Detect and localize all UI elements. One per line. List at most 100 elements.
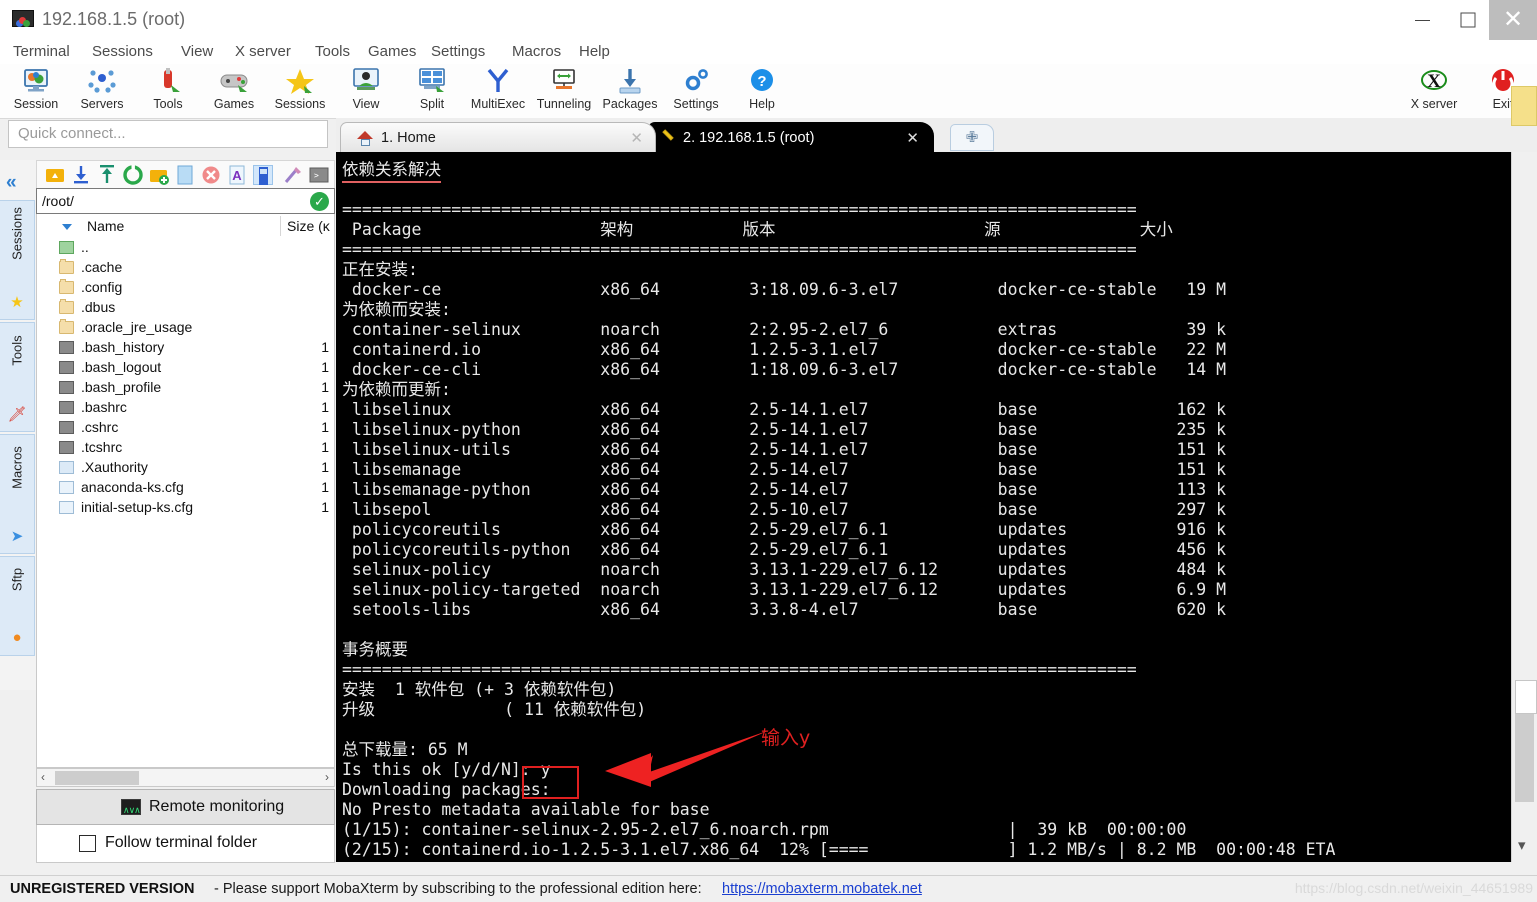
remote-monitoring-button[interactable]: ∧∨∧ Remote monitoring	[36, 789, 335, 825]
maximize-button[interactable]	[1445, 0, 1490, 40]
vertical-tab-label: Sftp	[9, 567, 25, 592]
toolbar-button-split[interactable]: Split	[398, 67, 466, 111]
session-tab-2[interactable]: 2. 192.168.1.5 (root) ✕	[648, 122, 934, 154]
packages-icon	[613, 67, 647, 96]
binary-mode-icon[interactable]	[253, 165, 273, 185]
session-tab-1[interactable]: 1. Home ✕	[340, 122, 656, 154]
file-list-horizontal-scrollbar[interactable]: ‹ ›	[36, 768, 335, 787]
toolbar-button-multiexec[interactable]: MultiExec	[464, 67, 532, 111]
column-header-name[interactable]: Name	[87, 218, 124, 234]
terminal-line: docker-ce x86_64 3:18.09.6-3.el7 docker-…	[342, 280, 1227, 299]
close-tab-icon[interactable]: ✕	[630, 129, 643, 147]
toolbar-button-help[interactable]: ? Help	[728, 67, 796, 111]
multiexec-icon	[481, 67, 515, 96]
app-logo-icon	[12, 10, 34, 30]
terminal-line: setools-libs x86_64 3.3.8-4.el7 base 620…	[342, 600, 1227, 619]
file-row[interactable]: .bash_history 1	[37, 338, 334, 358]
new-file-icon[interactable]	[175, 165, 195, 185]
file-row[interactable]: .bash_profile 1	[37, 378, 334, 398]
column-header-size[interactable]: Size (ĸ	[287, 218, 330, 234]
terminal-line: (1/15): container-selinux-2.95-2.el7_6.n…	[342, 820, 1187, 839]
terminal-line: 升级 ( 11 依赖软件包)	[342, 700, 647, 719]
terminal-line: libsemanage x86_64 2.5-14.el7 base 151 k	[342, 460, 1227, 479]
chevron-down-icon[interactable]: ▾	[1518, 836, 1526, 854]
menu-item-sessions[interactable]: Sessions	[85, 42, 160, 61]
quick-connect-input[interactable]: Quick connect...	[8, 120, 328, 148]
download-icon[interactable]	[71, 165, 91, 185]
follow-terminal-folder-checkbox[interactable]	[79, 835, 96, 852]
scrollbar-thumb[interactable]	[55, 771, 139, 785]
terminal-output[interactable]: 依赖关系解决 ==================================…	[336, 152, 1511, 862]
sftp-path-bar[interactable]: /root/ ✓	[36, 188, 335, 214]
toolbar-button-games[interactable]: Games	[200, 67, 268, 111]
vertical-tab-macros[interactable]: Macros ➤	[0, 434, 35, 554]
terminal-line: containerd.io x86_64 1.2.5-3.1.el7 docke…	[342, 340, 1227, 359]
text-mode-icon[interactable]: A	[227, 165, 247, 185]
folder-icon	[59, 319, 74, 334]
toolbar-button-servers[interactable]: Servers	[68, 67, 136, 111]
permissions-icon[interactable]	[283, 165, 303, 185]
toolbar-button-packages[interactable]: Packages	[596, 67, 664, 111]
vertical-tab-sftp[interactable]: Sftp ●	[0, 556, 35, 656]
new-tab-button[interactable]: ✙	[950, 124, 994, 151]
menu-item-tools[interactable]: Tools	[308, 42, 357, 61]
vertical-tab-tools[interactable]: Tools 🗡	[0, 322, 35, 432]
minimize-icon: —	[1415, 11, 1430, 29]
file-row[interactable]: .bashrc 1	[37, 398, 334, 418]
close-icon: ✕	[1502, 6, 1524, 33]
close-tab-icon[interactable]: ✕	[906, 129, 919, 147]
terminal-line: 总下载量: 65 M	[342, 740, 468, 759]
file-row[interactable]: .tcshrc 1	[37, 438, 334, 458]
close-button[interactable]: ✕	[1489, 0, 1537, 40]
menu-item-terminal[interactable]: Terminal	[6, 42, 77, 61]
minimize-button[interactable]: —	[1400, 0, 1445, 40]
menu-item-macros[interactable]: Macros	[505, 42, 568, 61]
globe-icon: ●	[12, 629, 22, 646]
mobaxterm-link[interactable]: https://mobaxterm.mobatek.net	[722, 881, 922, 897]
folder-icon	[59, 259, 74, 274]
toolbar-button-settings[interactable]: Settings	[662, 67, 730, 111]
new-folder-icon[interactable]	[149, 165, 169, 185]
toolbar-button-sessions[interactable]: Sessions	[266, 67, 334, 111]
toolbar-button-x-server[interactable]: X X server	[1400, 67, 1468, 111]
file-row[interactable]: .bash_logout 1	[37, 358, 334, 378]
toolbar-button-tunneling[interactable]: Tunneling	[530, 67, 598, 111]
star-icon: ★	[10, 294, 24, 311]
file-list[interactable]: .. .cache .config .dbus .oracle_jre_usage .ba…	[36, 238, 335, 768]
file-row[interactable]: .cache	[37, 258, 334, 278]
delete-icon[interactable]	[201, 165, 221, 185]
file-row[interactable]: .oracle_jre_usage	[37, 318, 334, 338]
file-row[interactable]: .config	[37, 278, 334, 298]
refresh-icon[interactable]	[123, 165, 143, 185]
file-row[interactable]: .cshrc 1	[37, 418, 334, 438]
toolbar-button-session[interactable]: Session	[2, 67, 70, 111]
file-row[interactable]: .Xauthority 1	[37, 458, 334, 478]
side-panel-toggle[interactable]	[1515, 680, 1537, 714]
collapse-sidebar-icon[interactable]: «	[6, 172, 17, 194]
check-icon[interactable]: ✓	[310, 192, 329, 211]
toolbar-button-view[interactable]: View	[332, 67, 400, 111]
sort-ascending-icon[interactable]	[62, 224, 72, 230]
file-row[interactable]: initial-setup-ks.cfg 1	[37, 498, 334, 518]
chevron-right-icon[interactable]: ›	[325, 770, 329, 784]
terminal-icon[interactable]: >	[309, 165, 329, 185]
swiss-knife-icon: 🗡	[7, 406, 27, 423]
view-icon	[349, 67, 383, 96]
menu-item-help[interactable]: Help	[572, 42, 617, 61]
menu-item-games[interactable]: Games	[361, 42, 423, 61]
menu-item-view[interactable]: View	[174, 42, 220, 61]
file-row[interactable]: ..	[37, 238, 334, 258]
terminal-scrollbar[interactable]: ▾	[1511, 152, 1537, 862]
notification-sticky-icon[interactable]	[1511, 86, 1537, 126]
toolbar-button-label: X server	[1410, 97, 1458, 111]
menu-item-x-server[interactable]: X server	[228, 42, 298, 61]
parent-folder-icon[interactable]	[45, 165, 65, 185]
toolbar-button-tools[interactable]: Tools	[134, 67, 202, 111]
upload-icon[interactable]	[97, 165, 117, 185]
menu-item-settings[interactable]: Settings	[424, 42, 492, 61]
file-row[interactable]: .dbus	[37, 298, 334, 318]
file-row[interactable]: anaconda-ks.cfg 1	[37, 478, 334, 498]
chevron-left-icon[interactable]: ‹	[41, 770, 45, 784]
watermark-text: https://blog.csdn.net/weixin_44651989	[1294, 880, 1533, 896]
vertical-tab-sessions[interactable]: Sessions ★	[0, 200, 35, 320]
